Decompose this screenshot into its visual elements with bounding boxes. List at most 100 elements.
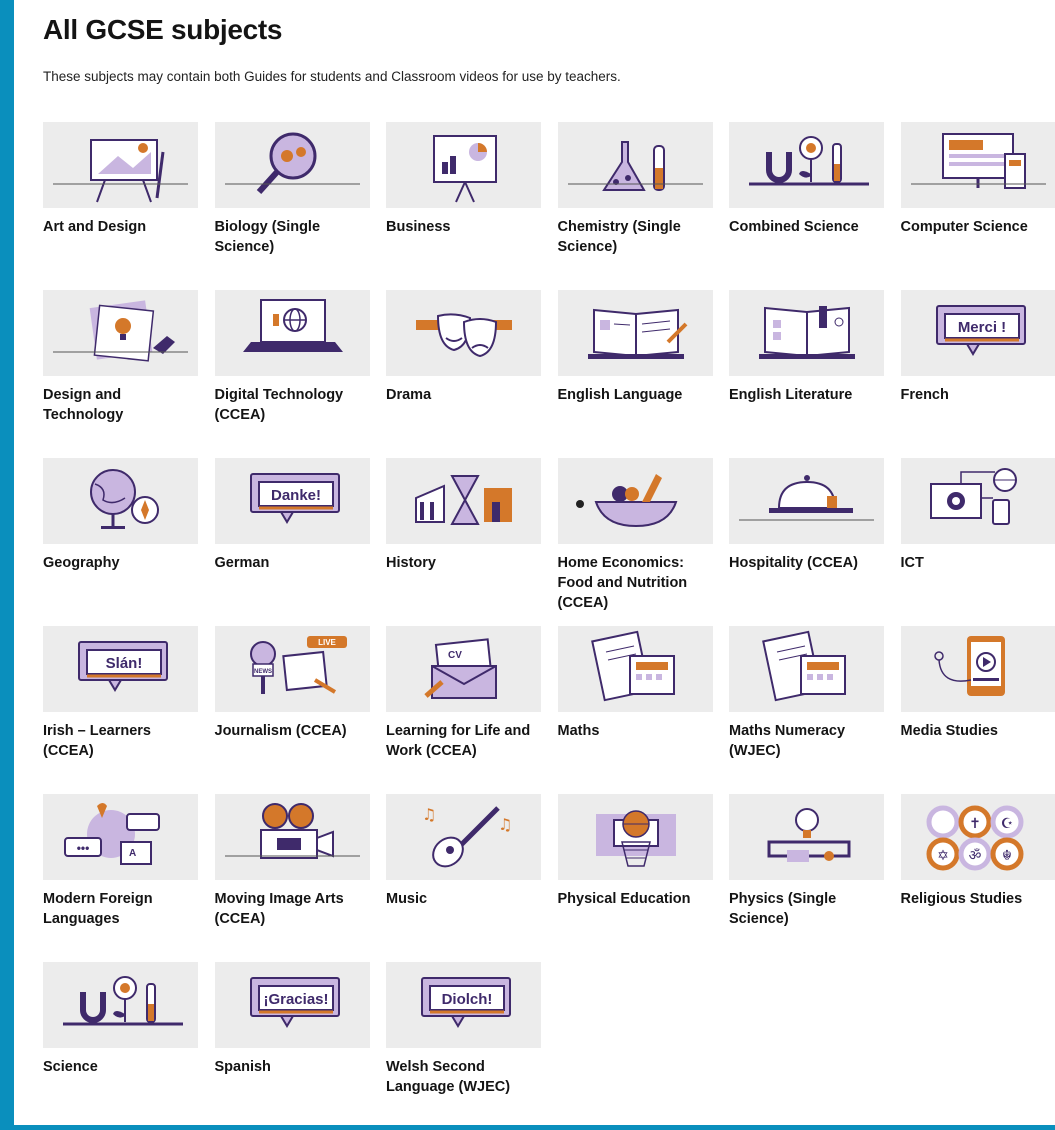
subject-label: Welsh Second Language (WJEC) bbox=[386, 1057, 546, 1097]
subject-label: Drama bbox=[386, 385, 546, 405]
subject-label: Media Studies bbox=[901, 721, 1055, 741]
subject-label: Science bbox=[43, 1057, 203, 1077]
subject-card-computer-science[interactable]: Computer Science bbox=[901, 122, 1055, 290]
subject-label: Irish – Learners (CCEA) bbox=[43, 721, 203, 761]
calculator-paper-icon bbox=[558, 626, 713, 712]
faith-symbols-icon: ✝☪✡ॐ☬ bbox=[901, 794, 1055, 880]
subject-card-german[interactable]: Danke!German bbox=[215, 458, 370, 626]
subject-label: Home Economics: Food and Nutrition (CCEA… bbox=[558, 553, 718, 613]
subject-card-digital-technology-ccea[interactable]: Digital Technology (CCEA) bbox=[215, 290, 370, 458]
subject-card-welsh-second-language-wjec[interactable]: Diolch!Welsh Second Language (WJEC) bbox=[386, 962, 541, 1130]
monitor-devices-icon bbox=[901, 122, 1055, 208]
subject-label: Chemistry (Single Science) bbox=[558, 217, 718, 257]
subject-label: Moving Image Arts (CCEA) bbox=[215, 889, 375, 929]
subject-label: Modern Foreign Languages bbox=[43, 889, 203, 929]
subject-card-hospitality-ccea[interactable]: Hospitality (CCEA) bbox=[729, 458, 884, 626]
drawing-lightbulb-icon bbox=[43, 290, 198, 376]
subject-card-design-and-technology[interactable]: Design and Technology bbox=[43, 290, 198, 458]
subject-label: Religious Studies bbox=[901, 889, 1055, 909]
globe-chat-icon: •••A bbox=[43, 794, 198, 880]
subject-label: ICT bbox=[901, 553, 1055, 573]
svg-text:CV: CV bbox=[448, 650, 462, 661]
svg-text:✝: ✝ bbox=[969, 815, 981, 831]
subject-label: Learning for Life and Work (CCEA) bbox=[386, 721, 546, 761]
easel-icon bbox=[43, 122, 198, 208]
speech-sign-icon: Merci ! bbox=[901, 290, 1055, 376]
subject-card-biology-single-science[interactable]: Biology (Single Science) bbox=[215, 122, 370, 290]
presentation-board-icon bbox=[386, 122, 541, 208]
cv-envelope-icon: CV bbox=[386, 626, 541, 712]
subject-card-religious-studies[interactable]: ✝☪✡ॐ☬Religious Studies bbox=[901, 794, 1055, 962]
subject-label: History bbox=[386, 553, 546, 573]
subject-card-english-language[interactable]: English Language bbox=[558, 290, 713, 458]
subject-card-irish-learners-ccea[interactable]: Slán!Irish – Learners (CCEA) bbox=[43, 626, 198, 794]
subject-card-journalism-ccea[interactable]: LIVENEWSJournalism (CCEA) bbox=[215, 626, 370, 794]
svg-text:♫: ♫ bbox=[498, 815, 512, 834]
subject-label: Music bbox=[386, 889, 546, 909]
network-devices-icon bbox=[901, 458, 1055, 544]
subject-label: Art and Design bbox=[43, 217, 203, 237]
content-panel: All GCSE subjects These subjects may con… bbox=[14, 0, 1055, 1125]
magnifier-icon bbox=[215, 122, 370, 208]
subject-label: French bbox=[901, 385, 1055, 405]
intro-text: These subjects may contain both Guides f… bbox=[43, 69, 621, 84]
hourglass-buildings-icon bbox=[386, 458, 541, 544]
subject-card-geography[interactable]: Geography bbox=[43, 458, 198, 626]
subject-card-music[interactable]: ♫♫Music bbox=[386, 794, 541, 962]
subject-card-moving-image-arts-ccea[interactable]: Moving Image Arts (CCEA) bbox=[215, 794, 370, 962]
subject-card-science[interactable]: Science bbox=[43, 962, 198, 1130]
subject-card-drama[interactable]: Drama bbox=[386, 290, 541, 458]
subject-card-learning-for-life-and-work-ccea[interactable]: CVLearning for Life and Work (CCEA) bbox=[386, 626, 541, 794]
subject-card-french[interactable]: Merci ! French bbox=[901, 290, 1055, 458]
svg-text:ॐ: ॐ bbox=[968, 847, 981, 863]
food-bowl-icon bbox=[558, 458, 713, 544]
speech-sign-icon: Diolch! bbox=[386, 962, 541, 1048]
subject-card-maths[interactable]: Maths bbox=[558, 626, 713, 794]
open-book-pen-icon bbox=[558, 290, 713, 376]
magnet-flower-icon bbox=[729, 122, 884, 208]
subject-card-physical-education[interactable]: Physical Education bbox=[558, 794, 713, 962]
open-book-icon bbox=[729, 290, 884, 376]
subject-label: English Literature bbox=[729, 385, 889, 405]
speech-sign-icon: Slán! bbox=[43, 626, 198, 712]
calculator-paper-icon bbox=[729, 626, 884, 712]
subject-label: Biology (Single Science) bbox=[215, 217, 375, 257]
laptop-globe-icon bbox=[215, 290, 370, 376]
subject-label: Journalism (CCEA) bbox=[215, 721, 375, 741]
subject-label: Digital Technology (CCEA) bbox=[215, 385, 375, 425]
svg-text:Merci !: Merci ! bbox=[957, 319, 1005, 336]
subject-card-history[interactable]: History bbox=[386, 458, 541, 626]
bulb-circuit-icon bbox=[729, 794, 884, 880]
subject-label: Computer Science bbox=[901, 217, 1055, 237]
subject-label: Geography bbox=[43, 553, 203, 573]
subject-card-spanish[interactable]: ¡Gracias!Spanish bbox=[215, 962, 370, 1130]
subjects-grid: Art and DesignBiology (Single Science)Bu… bbox=[43, 122, 1055, 1130]
svg-text:LIVE: LIVE bbox=[318, 638, 336, 647]
page-title: All GCSE subjects bbox=[43, 14, 282, 46]
subject-card-modern-foreign-languages[interactable]: •••AModern Foreign Languages bbox=[43, 794, 198, 962]
svg-text:Danke!: Danke! bbox=[270, 487, 320, 504]
subject-card-home-economics-food-and-nutrition-ccea[interactable]: Home Economics: Food and Nutrition (CCEA… bbox=[558, 458, 713, 626]
basketball-hoop-icon bbox=[558, 794, 713, 880]
subject-card-english-literature[interactable]: English Literature bbox=[729, 290, 884, 458]
svg-text:Slán!: Slán! bbox=[106, 655, 143, 672]
speech-sign-icon: Danke! bbox=[215, 458, 370, 544]
subject-label: Hospitality (CCEA) bbox=[729, 553, 889, 573]
svg-text:☬: ☬ bbox=[1002, 847, 1012, 863]
subject-card-physics-single-science[interactable]: Physics (Single Science) bbox=[729, 794, 884, 962]
subject-card-art-and-design[interactable]: Art and Design bbox=[43, 122, 198, 290]
subject-card-ict[interactable]: ICT bbox=[901, 458, 1055, 626]
subject-label: Design and Technology bbox=[43, 385, 203, 425]
theatre-masks-icon bbox=[386, 290, 541, 376]
subject-card-chemistry-single-science[interactable]: Chemistry (Single Science) bbox=[558, 122, 713, 290]
subject-card-combined-science[interactable]: Combined Science bbox=[729, 122, 884, 290]
subject-card-business[interactable]: Business bbox=[386, 122, 541, 290]
phone-play-icon bbox=[901, 626, 1055, 712]
speech-sign-icon: ¡Gracias! bbox=[215, 962, 370, 1048]
subject-label: Physics (Single Science) bbox=[729, 889, 889, 929]
flask-icon bbox=[558, 122, 713, 208]
subject-card-maths-numeracy-wjec[interactable]: Maths Numeracy (WJEC) bbox=[729, 626, 884, 794]
guitar-notes-icon: ♫♫ bbox=[386, 794, 541, 880]
svg-text:A: A bbox=[129, 848, 136, 859]
subject-card-media-studies[interactable]: Media Studies bbox=[901, 626, 1055, 794]
